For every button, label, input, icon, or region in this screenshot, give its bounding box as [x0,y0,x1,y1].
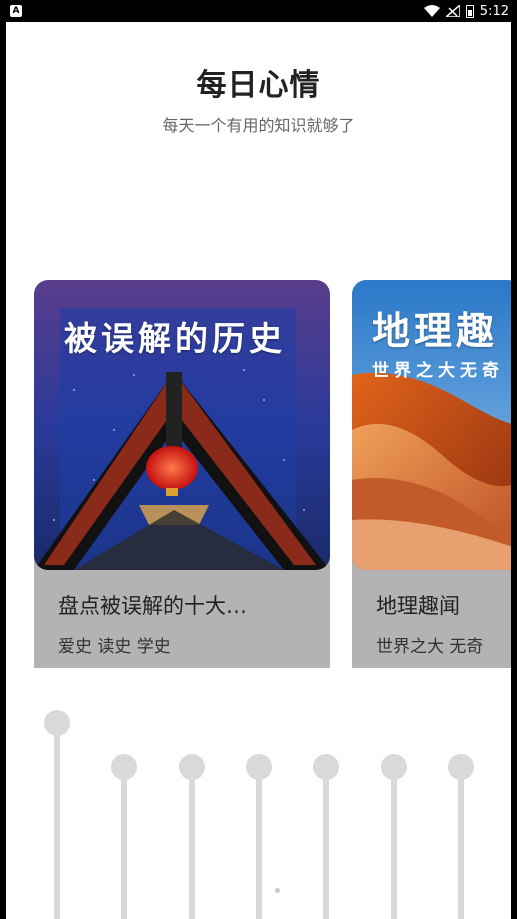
mood-slider[interactable] [379,754,409,919]
battery-icon [465,4,474,18]
mood-slider[interactable] [42,710,72,919]
card-cover-image: 被误解的历史 [34,280,330,570]
app-notification-icon: A [10,5,22,17]
card-cover-title: 被误解的历史 [64,319,286,358]
card-title: 盘点被误解的十大… [58,594,247,618]
mood-slider[interactable] [177,754,207,919]
slider-track [54,730,60,919]
app-screen: 每日心情 每天一个有用的知识就够了 被误解的历史 盘点被误解的十大… 爱史 读史… [6,22,511,919]
slider-track [256,774,262,919]
status-bar: A 5:12 [0,0,517,22]
slider-track [458,774,464,919]
mood-slider-group [6,702,511,919]
slider-track [121,774,127,919]
mood-slider[interactable] [311,754,341,919]
card-cover-title: 地理趣 [372,309,499,353]
card-title: 地理趣闻 [376,594,460,618]
slider-track [189,774,195,919]
card-tags: 爱史 读史 学史 [58,637,171,657]
topic-card-geography[interactable]: 地理趣 世界之大无奇 地理趣闻 世界之大 无奇 [352,280,511,668]
slider-track [323,774,329,919]
mood-slider[interactable] [244,754,274,919]
status-time: 5:12 [479,3,509,19]
mood-slider[interactable] [109,754,139,919]
page-subtitle: 每天一个有用的知识就够了 [162,116,355,135]
mood-slider[interactable] [446,754,476,919]
slider-track [391,774,397,919]
page-indicator-dot [275,888,280,893]
card-cover-image: 地理趣 世界之大无奇 [352,280,511,570]
status-icons: 5:12 [423,2,509,20]
card-tags: 世界之大 无奇 [376,637,484,657]
signal-icon [445,5,460,17]
card-cover-subtitle: 世界之大无奇 [372,361,504,381]
topic-card-history[interactable]: 被误解的历史 盘点被误解的十大… 爱史 读史 学史 [34,280,330,668]
wifi-icon [423,5,440,17]
page-title: 每日心情 [196,68,321,103]
